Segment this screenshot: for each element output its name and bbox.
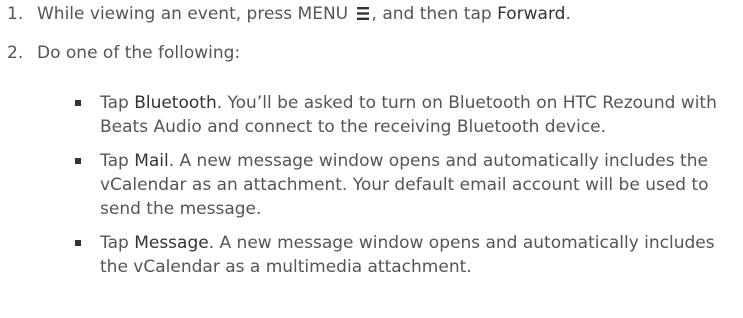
step-number: 1. (7, 4, 24, 24)
step-number: 2. (7, 43, 24, 63)
step-text: While viewing an event, press MENU , and… (37, 2, 571, 26)
list-item-mail: Tap Mail. A new message window opens and… (0, 149, 740, 221)
mail-label: Mail (134, 151, 169, 171)
option-list: Tap Bluetooth. You’ll be asked to turn o… (0, 91, 743, 289)
bluetooth-label: Bluetooth (134, 93, 217, 113)
step-text: Do one of the following: (37, 43, 241, 63)
list-item-bluetooth: Tap Bluetooth. You’ll be asked to turn o… (0, 91, 740, 139)
menu-icon (354, 5, 371, 22)
bullet-marker (75, 100, 81, 106)
bullet-prefix: Tap (100, 151, 135, 171)
bullet-text: . A new message window opens and automat… (100, 151, 709, 219)
forward-label: Forward (497, 4, 566, 24)
step-text-middle: , and then tap (371, 4, 498, 24)
step-text-after: . (565, 4, 571, 24)
step-text-before: While viewing an event, press MENU (37, 4, 349, 24)
bullet-marker (75, 158, 81, 164)
bullet-prefix: Tap (100, 233, 135, 253)
message-label: Message (134, 233, 209, 253)
bullet-prefix: Tap (100, 93, 135, 113)
bullet-marker (75, 240, 81, 246)
list-item-message: Tap Message. A new message window opens … (0, 231, 740, 279)
